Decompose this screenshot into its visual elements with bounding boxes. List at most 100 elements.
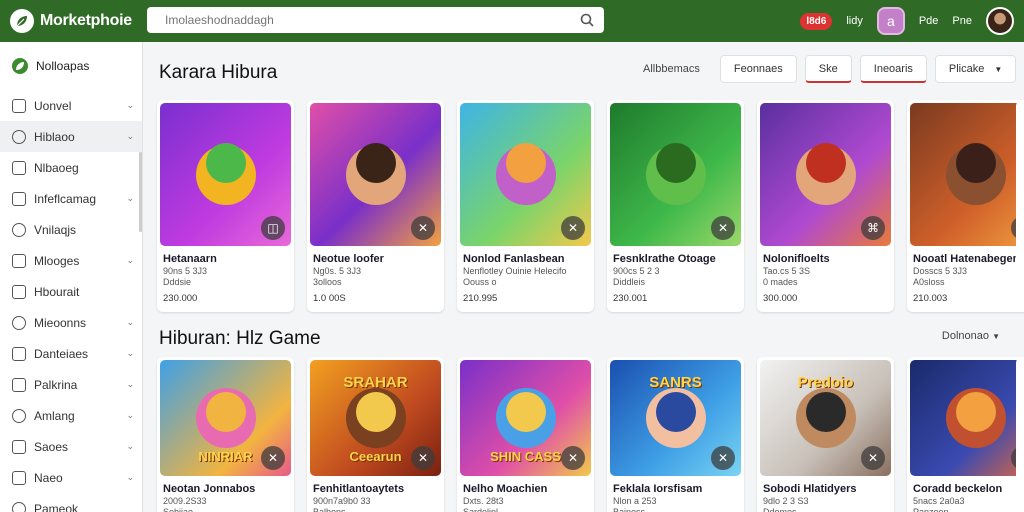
header-link-3[interactable]: Pne xyxy=(952,15,972,27)
game-card[interactable]: ✕ Neotue loofer Ng0s. 5 3J3 3olloos 1.0 00S xyxy=(307,100,444,312)
sidebar-item[interactable]: Pameok xyxy=(0,493,142,512)
sidebar-item[interactable]: Uonvel ⌄ xyxy=(0,90,142,121)
menu-item-icon xyxy=(12,284,26,299)
chevron-down-icon[interactable]: ⌄ xyxy=(126,317,134,328)
chevron-down-icon[interactable]: ⌄ xyxy=(126,441,134,452)
game-card[interactable]: ◫ Hetanaarn 90ns 5 3J3 Dddsie 230.000 xyxy=(157,100,294,312)
tools-icon[interactable]: ✕ xyxy=(261,446,285,470)
game-card[interactable]: ✕Coradd beckelon5nacs 2a0a3Panzoon xyxy=(907,357,1024,512)
sidebar-item[interactable]: Nlbaoeg xyxy=(0,152,142,183)
search-bar[interactable] xyxy=(147,7,604,33)
game-card[interactable]: ⌘ Nolonifloelts Tao.cs 5 3S 0 mades 300.000 xyxy=(757,100,894,312)
app-logo[interactable]: Morketphoie xyxy=(10,9,146,33)
card-title: Nooatl Hatenabegenar xyxy=(913,253,1024,265)
game-card[interactable]: SHIN CASS ✕ Nelho Moachien Dxts. 28t3 Sardel… xyxy=(457,357,594,512)
card-thumbnail[interactable]: NINRIAR ✕ xyxy=(160,360,291,476)
filter-dropdown[interactable]: Plicake ▼ xyxy=(934,55,1017,83)
image-icon[interactable]: ◫ xyxy=(261,216,285,240)
game-card[interactable]: Predoio ✕ Sobodi Hlatidyers 9dlo 2 3 S3 Ddom… xyxy=(757,357,894,512)
card-thumbnail[interactable]: ✕ xyxy=(460,103,591,246)
sidebar-header[interactable]: Nolloapas xyxy=(0,42,142,90)
profile-badge[interactable]: a xyxy=(876,7,905,35)
tools-icon[interactable]: ✕ xyxy=(561,446,585,470)
ml-icon[interactable]: ⌘ xyxy=(861,216,885,240)
sidebar-item[interactable]: Infeflcamag ⌄ xyxy=(0,183,142,214)
chevron-down-icon[interactable]: ⌄ xyxy=(126,472,134,483)
card-title: Sobodi Hlatidyers xyxy=(763,483,857,495)
sidebar-item[interactable]: Mlooges ⌄ xyxy=(0,245,142,276)
chevron-down-icon[interactable]: ⌄ xyxy=(126,131,134,142)
filter-button-1[interactable]: Feonnaes xyxy=(719,55,797,83)
card-meta: Balbons xyxy=(313,507,346,512)
card-price: 1.0 00S xyxy=(313,293,346,304)
chevron-down-icon: ▼ xyxy=(992,332,1000,341)
character-head xyxy=(655,392,696,433)
sidebar-item-label: Naeo xyxy=(34,470,63,485)
card-meta: Diddleis xyxy=(613,277,646,287)
tools-icon[interactable]: ✕ xyxy=(861,446,885,470)
card-thumbnail[interactable]: SHIN CASS ✕ xyxy=(460,360,591,476)
sidebar-item-label: Infeflcamag xyxy=(34,191,97,206)
header-link-1[interactable]: lidy xyxy=(846,15,863,27)
chevron-down-icon[interactable]: ⌄ xyxy=(126,410,134,421)
tools-icon[interactable]: ✕ xyxy=(711,216,735,240)
game-card[interactable]: SRAHAR Ceearun ✕ Fenhitlantoaytets 900n7a9b0… xyxy=(307,357,444,512)
card-thumbnail[interactable]: ⌘ xyxy=(760,103,891,246)
card-subtitle: Nlon a 253 xyxy=(613,496,657,506)
sidebar-item[interactable]: Vnilaqjs xyxy=(0,214,142,245)
card-title: Fesnklrathe Otoage xyxy=(613,253,716,265)
sort-dropdown[interactable]: Dolnonao ▼ xyxy=(942,330,1000,342)
chevron-down-icon[interactable]: ⌄ xyxy=(126,379,134,390)
sidebar-item[interactable]: Saoes ⌄ xyxy=(0,431,142,462)
character-head xyxy=(805,392,846,433)
menu-item-icon xyxy=(12,346,26,361)
card-price: 210.003 xyxy=(913,293,948,304)
menu-item-icon xyxy=(12,470,26,485)
card-subtitle: Dosscs 5 3J3 xyxy=(913,266,968,276)
chevron-down-icon[interactable]: ⌄ xyxy=(126,100,134,111)
chevron-down-icon[interactable]: ⌄ xyxy=(126,348,134,359)
chevron-down-icon[interactable]: ⌄ xyxy=(126,255,134,266)
filter-button-2[interactable]: Ske xyxy=(804,55,852,83)
filter-dropdown-label: Plicake xyxy=(948,63,985,75)
sidebar-item[interactable]: Palkrina ⌄ xyxy=(0,369,142,400)
card-thumbnail[interactable]: ◫ xyxy=(160,103,291,246)
tools-icon[interactable]: ✕ xyxy=(711,446,735,470)
card-thumbnail[interactable]: ✕ xyxy=(610,103,741,246)
sidebar-item[interactable]: Hbourait xyxy=(0,276,142,307)
chevron-down-icon[interactable]: ⌄ xyxy=(126,193,134,204)
card-thumbnail[interactable]: ✕✱ xyxy=(910,103,1024,246)
notification-badge[interactable]: l8d6 xyxy=(800,12,833,30)
search-input[interactable] xyxy=(165,13,572,27)
card-thumbnail[interactable]: SANRS ✕ xyxy=(610,360,741,476)
sidebar-item[interactable]: Naeo ⌄ xyxy=(0,462,142,493)
sidebar-item[interactable]: Danteiaes ⌄ xyxy=(0,338,142,369)
sidebar: Nolloapas Uonvel ⌄ Hiblaoo ⌄ Nlbaoeg Infeflca… xyxy=(0,42,143,512)
sidebar-item[interactable]: Hiblaoo ⌄ xyxy=(0,121,142,152)
tools-icon[interactable]: ✕ xyxy=(411,446,435,470)
sidebar-item[interactable]: Mieoonns ⌄ xyxy=(0,307,142,338)
chevron-down-icon: ▼ xyxy=(994,64,1003,74)
game-card[interactable]: SANRS ✕ Feklala Iorsfisam Nlon a 253 Bainoss xyxy=(607,357,744,512)
tools-icon[interactable]: ✕ xyxy=(561,216,585,240)
search-icon[interactable] xyxy=(580,13,594,27)
tools-icon[interactable]: ✕ xyxy=(411,216,435,240)
card-thumbnail[interactable]: SRAHAR Ceearun ✕ xyxy=(310,360,441,476)
card-title: Neotue loofer xyxy=(313,253,384,265)
sidebar-scrollbar[interactable] xyxy=(139,152,142,232)
game-card[interactable]: ✕ Nonlod Fanlasbean Nenflotley Ouinie Hele… xyxy=(457,100,594,312)
game-card[interactable]: NINRIAR ✕ Neotan Jonnabos 2009.2S33 Sobiiae xyxy=(157,357,294,512)
filter-button-3[interactable]: Ineoaris xyxy=(859,55,927,83)
card-thumbnail[interactable]: ✕ xyxy=(910,360,1024,476)
avatar[interactable] xyxy=(986,7,1014,35)
card-thumbnail[interactable]: ✕ xyxy=(310,103,441,246)
header-actions: l8d6 lidy a Pde Pne xyxy=(800,5,1014,37)
game-card[interactable]: ✕✱Nooatl HatenabegenarDosscs 5 3J3A0slos… xyxy=(907,100,1024,312)
card-thumbnail[interactable]: Predoio ✕ xyxy=(760,360,891,476)
header-link-2[interactable]: Pde xyxy=(919,15,939,27)
card-subtitle: Tao.cs 5 3S xyxy=(763,266,811,276)
game-card[interactable]: ✕ Fesnklrathe Otoage 900cs 5 2 3 Diddleis 23… xyxy=(607,100,744,312)
game-logo-text: SANRS xyxy=(649,373,702,391)
sidebar-item[interactable]: Amlang ⌄ xyxy=(0,400,142,431)
leaf-icon xyxy=(10,9,34,33)
